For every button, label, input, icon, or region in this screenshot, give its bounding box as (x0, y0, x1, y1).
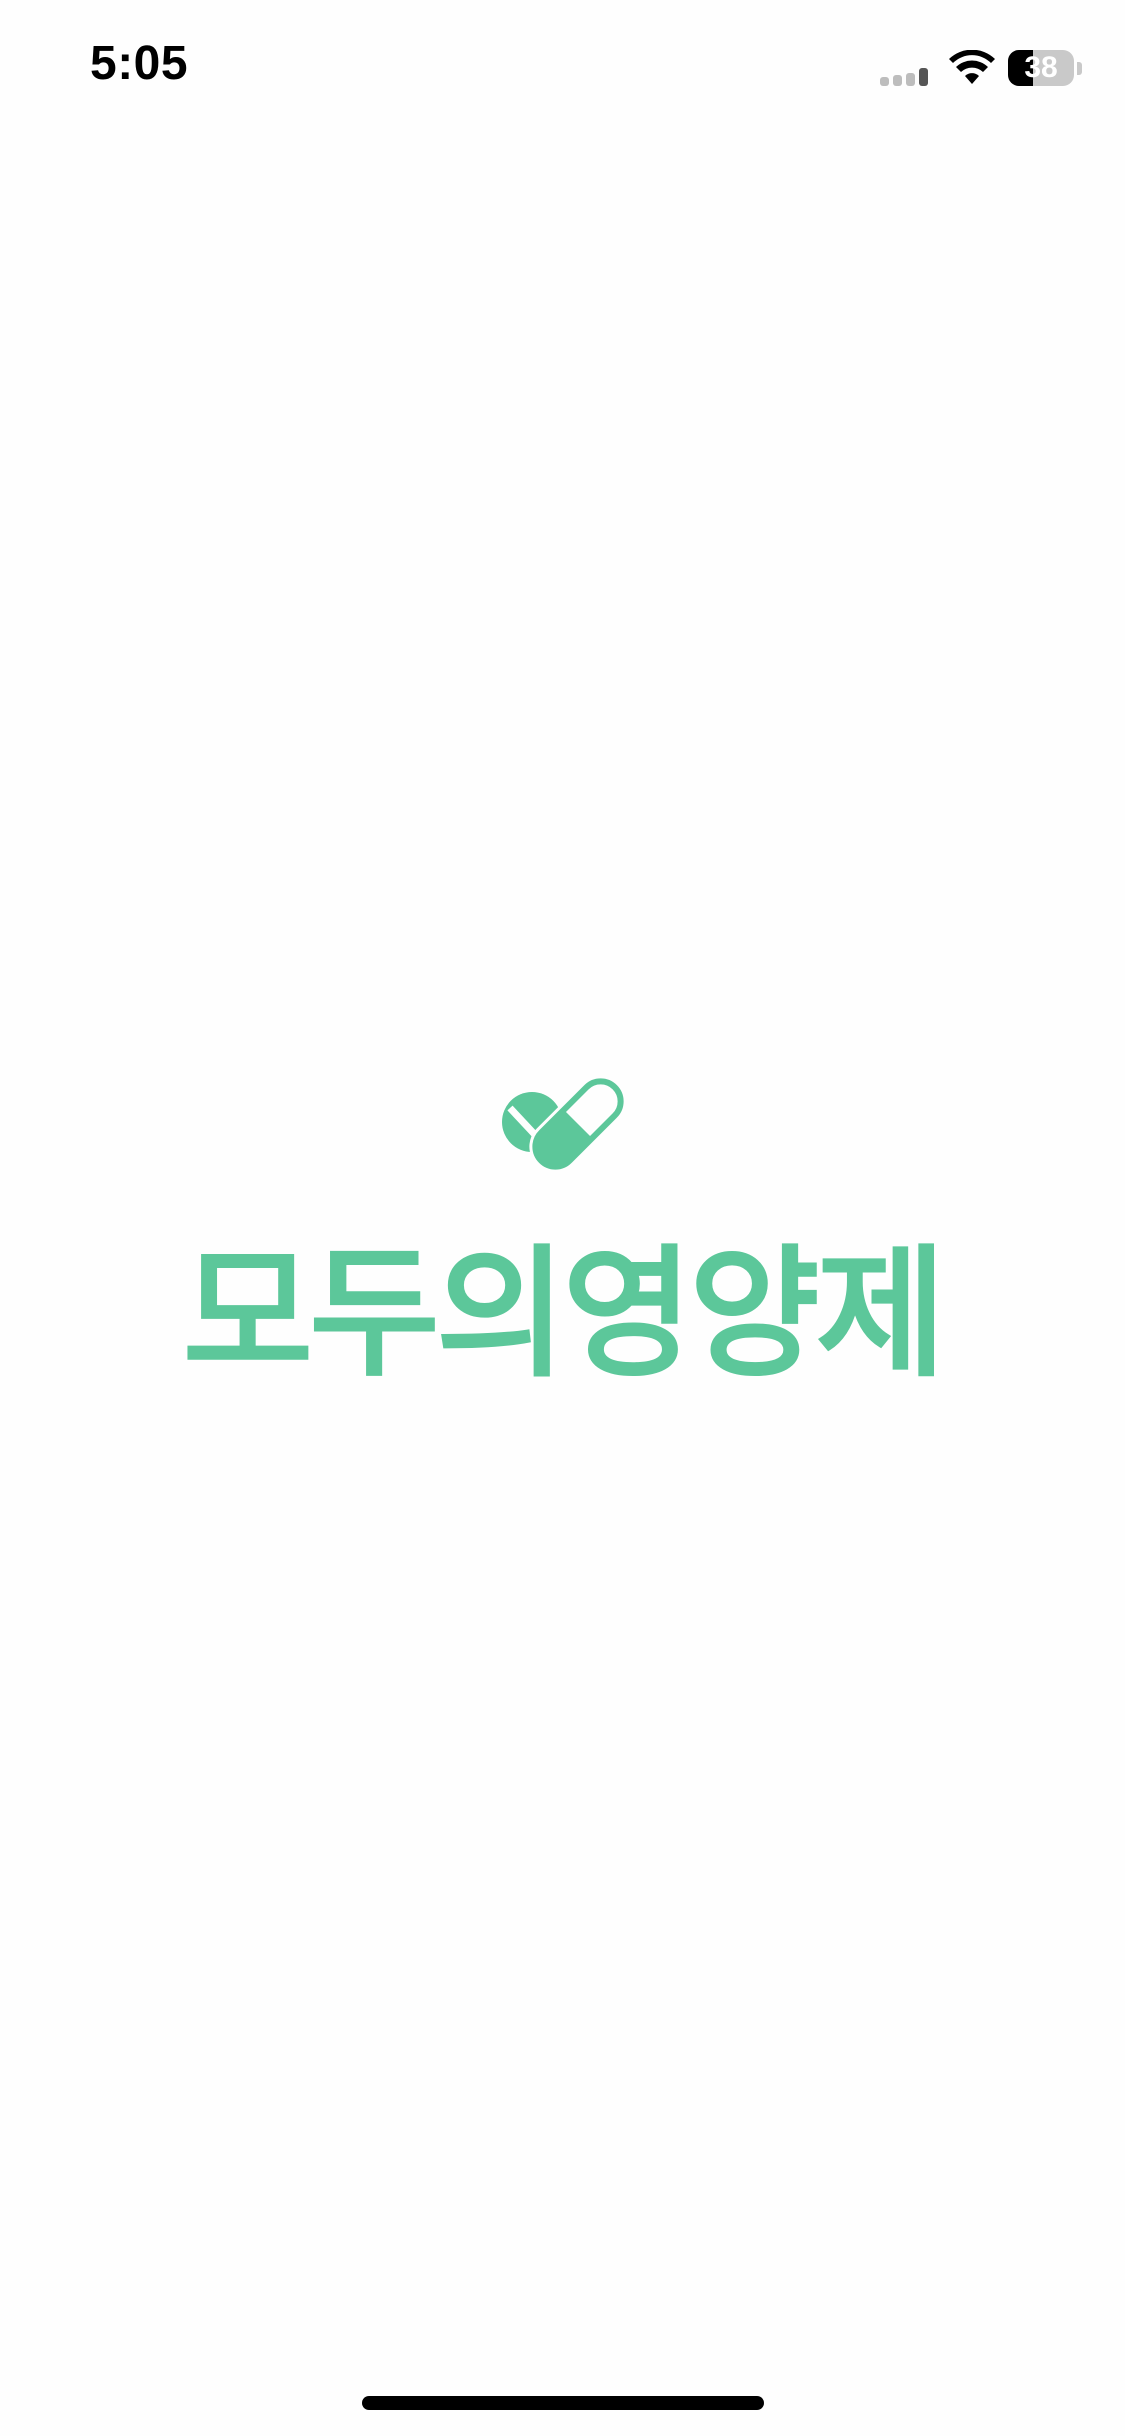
wifi-icon (949, 50, 995, 84)
splash-screen: 5:05 38 모두의영양제 (0, 0, 1125, 2436)
battery-cap (1077, 62, 1082, 75)
battery-icon: 38 (1008, 50, 1074, 86)
cellular-signal-icon (880, 66, 934, 86)
battery-level: 38 (1024, 51, 1058, 84)
app-name: 모두의영양제 (182, 1232, 947, 1397)
status-time: 5:05 (90, 37, 189, 90)
pill-capsule-icon (502, 1075, 627, 1173)
status-bar: 5:05 38 (0, 0, 1125, 140)
home-indicator[interactable] (362, 2396, 764, 2410)
